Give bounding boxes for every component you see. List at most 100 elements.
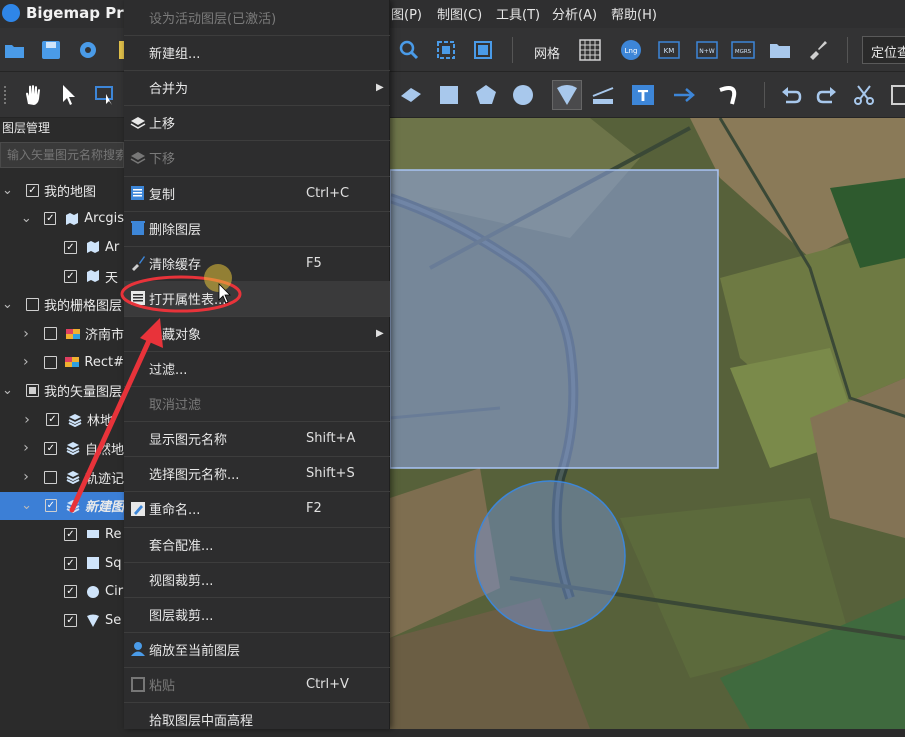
layer-tree-row[interactable]: ✓ 天 xyxy=(0,262,124,290)
context-menu-item[interactable]: 拾取图层中面高程 xyxy=(124,702,390,737)
layer-search-field[interactable] xyxy=(0,142,124,168)
mgrs-grid-icon[interactable]: MGRS xyxy=(730,37,756,63)
layer-tree-row[interactable]: ✓ Sq xyxy=(0,549,124,577)
layer-tree-row[interactable]: ⌄ ✓ 新建图 xyxy=(0,491,124,520)
folder-icon[interactable] xyxy=(767,37,793,63)
layer-checkbox[interactable] xyxy=(44,355,57,369)
layer-tree-row[interactable]: › ✓ 林地 xyxy=(0,406,124,434)
layer-tree-row[interactable]: ✓ Re xyxy=(0,520,124,548)
copy-icon xyxy=(129,184,147,202)
context-menu-item[interactable]: 图层裁剪... xyxy=(124,597,390,632)
table-view-icon[interactable] xyxy=(887,82,905,108)
context-menu-item[interactable]: 删除图层 xyxy=(124,211,390,246)
full-extent-icon[interactable] xyxy=(470,37,496,63)
draw-sector-icon[interactable] xyxy=(552,80,582,110)
chevron-down-icon[interactable]: ⌄ xyxy=(21,498,32,513)
pan-hand-icon[interactable] xyxy=(20,82,46,108)
context-menu-item[interactable]: 选择图元名称... Shift+S xyxy=(124,456,390,491)
menu-tools[interactable]: 工具(T) xyxy=(496,4,540,23)
layer-checkbox[interactable] xyxy=(26,384,39,398)
brush-icon[interactable] xyxy=(804,37,830,63)
layer-checkbox[interactable]: ✓ xyxy=(44,212,57,226)
context-menu-item[interactable]: 缩放至当前图层 xyxy=(124,632,390,667)
chevron-right-icon[interactable]: › xyxy=(21,326,31,342)
undo-icon[interactable] xyxy=(778,82,804,108)
chevron-down-icon[interactable]: ⌄ xyxy=(2,383,13,398)
layer-tree-row[interactable]: ✓ Cir xyxy=(0,578,124,606)
context-menu-item[interactable]: 打开属性表... xyxy=(124,280,390,316)
zoom-icon[interactable] xyxy=(396,37,422,63)
layer-checkbox[interactable]: ✓ xyxy=(64,614,77,627)
cut-scissors-icon[interactable] xyxy=(851,82,877,108)
chevron-right-icon[interactable]: › xyxy=(21,354,31,370)
nw-grid-icon[interactable]: N+W xyxy=(694,37,720,63)
save-icon[interactable] xyxy=(38,37,64,63)
context-menu-item[interactable]: 过滤... xyxy=(124,351,390,386)
drawn-rectangle-shape[interactable] xyxy=(390,169,719,469)
context-menu-item[interactable]: 上移 xyxy=(124,105,390,140)
layer-checkbox[interactable]: ✓ xyxy=(44,499,58,513)
menu-analysis[interactable]: 分析(A) xyxy=(552,4,597,23)
km-grid-icon[interactable]: KM xyxy=(656,37,682,63)
map-canvas[interactable] xyxy=(390,118,905,729)
draw-curve-icon[interactable] xyxy=(716,82,742,108)
draw-text-icon[interactable]: T xyxy=(630,82,656,108)
layer-checkbox[interactable]: ✓ xyxy=(64,556,77,570)
layer-checkbox[interactable]: ✓ xyxy=(46,413,59,427)
menu-cartography[interactable]: 制图(C) xyxy=(437,4,482,23)
redo-icon[interactable] xyxy=(814,82,840,108)
chevron-right-icon[interactable]: › xyxy=(21,440,31,456)
layer-checkbox[interactable]: ✓ xyxy=(64,240,77,254)
pointer-arrow-icon[interactable] xyxy=(56,82,82,108)
drawn-circle-shape[interactable] xyxy=(474,480,626,632)
draw-pentagon-icon[interactable] xyxy=(473,82,499,108)
layer-checkbox[interactable] xyxy=(44,327,58,340)
draw-arrow-icon[interactable] xyxy=(672,82,698,108)
menu-map[interactable]: 图(P) xyxy=(391,4,422,23)
chevron-down-icon[interactable]: ⌄ xyxy=(2,183,13,198)
draw-rectangle-icon[interactable] xyxy=(436,82,462,108)
draw-circle-icon[interactable] xyxy=(510,82,536,108)
settings-gear-icon[interactable] xyxy=(75,37,101,63)
layer-checkbox[interactable]: ✓ xyxy=(64,269,77,283)
layer-checkbox[interactable]: ✓ xyxy=(64,585,77,599)
context-menu-item[interactable]: 合并为 ▶ xyxy=(124,70,390,105)
layer-tree-row[interactable]: › Rect# xyxy=(0,348,124,376)
context-menu-item[interactable]: 套合配准... xyxy=(124,527,390,562)
draw-parallel-icon[interactable] xyxy=(590,82,616,108)
layer-tree-row[interactable]: ✓ Ar xyxy=(0,233,124,261)
context-menu-item[interactable]: 重命名... F2 xyxy=(124,491,390,526)
chevron-right-icon[interactable]: › xyxy=(21,469,31,485)
context-menu-item[interactable]: 复制 Ctrl+C xyxy=(124,176,390,211)
open-folder-icon[interactable] xyxy=(2,37,28,63)
latlng-grid-icon[interactable]: Lng xyxy=(618,37,644,63)
layer-tree-row[interactable]: › 济南市 xyxy=(0,320,124,348)
context-menu-item[interactable]: 新建组... xyxy=(124,35,390,70)
context-menu-item[interactable]: 清除缓存 F5 xyxy=(124,246,390,281)
layer-search-input[interactable] xyxy=(1,143,123,167)
layer-checkbox[interactable] xyxy=(44,470,58,484)
context-menu-item[interactable]: 视图裁剪... xyxy=(124,562,390,597)
layer-checkbox[interactable]: ✓ xyxy=(26,183,39,197)
menu-help[interactable]: 帮助(H) xyxy=(611,4,657,23)
layer-checkbox[interactable] xyxy=(26,298,39,312)
chevron-down-icon[interactable]: ⌄ xyxy=(2,297,13,312)
layer-tree-row[interactable]: › 轨迹记 xyxy=(0,463,124,491)
context-menu-item[interactable]: 隐藏对象 ▶ xyxy=(124,316,390,351)
locate-search-button[interactable]: 定位查 xyxy=(862,36,905,64)
layer-checkbox[interactable]: ✓ xyxy=(64,527,77,541)
layer-checkbox[interactable]: ✓ xyxy=(44,441,58,455)
layer-tree-row[interactable]: ⌄ 我的矢量图层 xyxy=(0,377,124,405)
layer-tree-row[interactable]: › ✓ 自然地 xyxy=(0,434,124,462)
draw-polyline-icon[interactable] xyxy=(398,82,424,108)
grid-icon[interactable] xyxy=(577,37,603,63)
zoom-extent-icon[interactable] xyxy=(433,37,459,63)
select-box-icon[interactable] xyxy=(92,82,118,108)
context-menu-item[interactable]: 显示图元名称 Shift+A xyxy=(124,421,390,456)
layer-tree-row[interactable]: ⌄ ✓ 我的地图 xyxy=(0,176,124,204)
layer-tree-row[interactable]: ✓ Se xyxy=(0,607,124,635)
chevron-down-icon[interactable]: ⌄ xyxy=(21,211,32,226)
chevron-right-icon[interactable]: › xyxy=(22,412,32,428)
layer-tree-row[interactable]: ⌄ ✓ Arcgis xyxy=(0,205,124,233)
layer-tree-row[interactable]: ⌄ 我的栅格图层 xyxy=(0,291,124,319)
